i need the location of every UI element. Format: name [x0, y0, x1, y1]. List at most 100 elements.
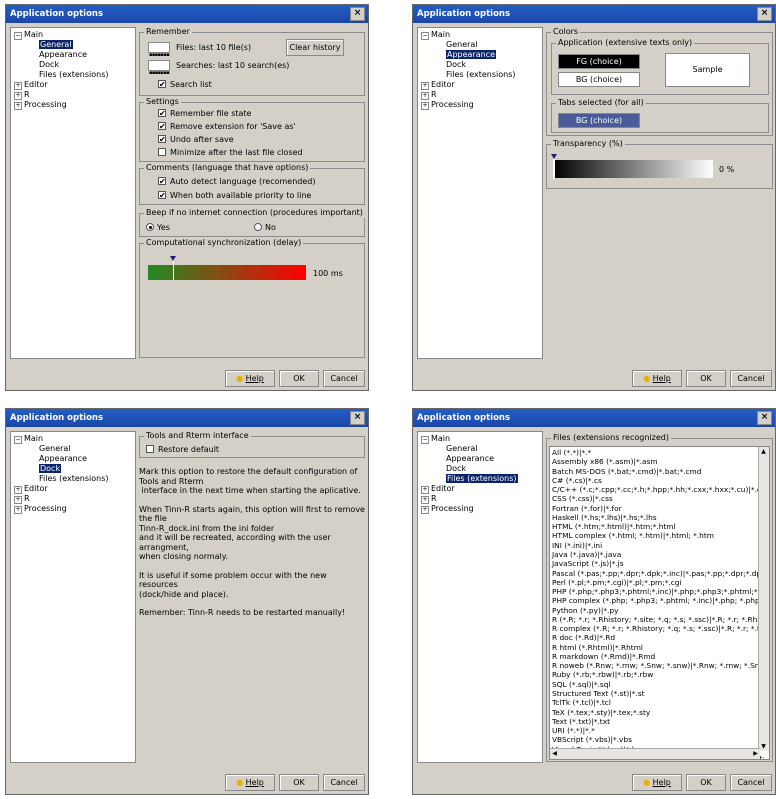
tree-item-editor[interactable]: + Editor — [14, 484, 48, 494]
extension-list-item[interactable]: HTML (*.htm;*.html)|*.htm;*.html — [552, 522, 676, 531]
tree-item-general[interactable]: General — [39, 40, 73, 50]
collapse-icon[interactable]: − — [421, 32, 429, 40]
expand-icon[interactable]: + — [14, 92, 22, 100]
extension-list-item[interactable]: All (*.*)|*.* — [552, 448, 591, 457]
cancel-button[interactable]: Cancel — [730, 370, 772, 387]
extension-list-item[interactable]: URI (*.*)|*.* — [552, 726, 595, 735]
extensions-list[interactable]: All (*.*)|*.* Assembly x86 (*.asm)|*.asm B… — [549, 446, 770, 760]
extension-list-item[interactable]: JavaScript (*.js)|*.js — [552, 559, 624, 568]
tree-item-main[interactable]: − Main — [14, 30, 43, 40]
extension-list-item[interactable]: VBScript (*.vbs)|*.vbs — [552, 735, 632, 744]
help-button[interactable]: ● Help — [632, 774, 682, 791]
fg-choice-button[interactable]: FG (choice) — [558, 54, 640, 69]
tree-item-dock[interactable]: Dock — [39, 464, 62, 474]
tree-item-main[interactable]: − Main — [421, 30, 450, 40]
help-button[interactable]: ● Help — [225, 370, 275, 387]
clear-history-button[interactable]: Clear history — [286, 39, 344, 56]
scroll-up-icon[interactable]: ▲ — [759, 447, 768, 456]
extension-list-item[interactable]: CSS (*.css)|*.css — [552, 494, 613, 503]
extension-list-item[interactable]: Ruby (*.rb;*.rbw)|*.rb;*.rbw — [552, 670, 653, 679]
tree-item-processing[interactable]: + Processing — [421, 504, 474, 514]
tree-item-r[interactable]: + R — [14, 90, 30, 100]
extension-list-item[interactable]: C/C++ (*.c;*.cpp;*.cc;*.h;*.hpp;*.hh;*.c… — [552, 485, 761, 494]
cancel-button[interactable]: Cancel — [323, 370, 365, 387]
extension-list-item[interactable]: R noweb (*.Rnw; *.rnw; *.Snw; *.snw)|*.R… — [552, 661, 768, 670]
expand-icon[interactable]: + — [421, 102, 429, 110]
cancel-button[interactable]: Cancel — [730, 774, 772, 791]
extension-list-item[interactable]: Perl (*.pl;*.pm;*.cgi)|*.pl;*.pm;*.cgi — [552, 578, 682, 587]
expand-icon[interactable]: + — [421, 82, 429, 90]
extension-list-item[interactable]: Assembly x86 (*.asm)|*.asm — [552, 457, 658, 466]
close-button[interactable]: × — [757, 7, 772, 21]
horizontal-scrollbar[interactable]: ◀ ▶ — [550, 748, 760, 759]
minimize-after-last-checkbox[interactable] — [158, 148, 166, 156]
tree-item-dock[interactable]: Dock — [446, 60, 466, 70]
extension-list-item[interactable]: Text (*.txt)|*.txt — [552, 717, 610, 726]
tree-item-r[interactable]: + R — [421, 494, 437, 504]
tree-item-processing[interactable]: + Processing — [421, 100, 474, 110]
extension-list-item[interactable]: Fortran (*.for)|*.for — [552, 504, 622, 513]
restore-default-checkbox[interactable] — [146, 445, 154, 453]
tree-item-dock[interactable]: Dock — [39, 60, 59, 70]
both-available-checkbox[interactable]: ✔ — [158, 191, 166, 200]
expand-icon[interactable]: + — [14, 506, 22, 514]
tree-item-files[interactable]: Files (extensions) — [39, 474, 109, 484]
tree-item-appearance[interactable]: Appearance — [446, 50, 497, 60]
extension-list-item[interactable]: TclTk (*.tcl)|*.tcl — [552, 698, 611, 707]
close-button[interactable]: × — [757, 411, 772, 425]
expand-icon[interactable]: + — [421, 486, 429, 494]
scroll-right-icon[interactable]: ▶ — [751, 749, 760, 758]
scroll-left-icon[interactable]: ◀ — [550, 749, 559, 758]
extension-list-item[interactable]: Pascal (*.pas;*.pp;*.dpr;*.dpk;*.inc)|*.… — [552, 569, 765, 578]
extension-list-item[interactable]: R html (*.Rhtml)|*.Rhtml — [552, 643, 643, 652]
tabs-bg-choice-button[interactable]: BG (choice) — [558, 113, 640, 128]
tree-item-appearance[interactable]: Appearance — [39, 454, 87, 464]
close-button[interactable]: × — [350, 7, 365, 21]
help-button[interactable]: ● Help — [632, 370, 682, 387]
tree-item-processing[interactable]: + Processing — [14, 100, 67, 110]
extension-list-item[interactable]: TeX (*.tex;*.sty)|*.tex;*.sty — [552, 708, 650, 717]
extension-list-item[interactable]: Structured Text (*.st)|*.st — [552, 689, 645, 698]
tree-item-r[interactable]: + R — [421, 90, 437, 100]
expand-icon[interactable]: + — [14, 486, 22, 494]
transparency-slider-thumb[interactable] — [553, 159, 555, 179]
tree-item-editor[interactable]: + Editor — [421, 484, 455, 494]
extension-list-item[interactable]: C# (*.cs)|*.cs — [552, 476, 602, 485]
collapse-icon[interactable]: − — [14, 436, 22, 444]
tree-item-main[interactable]: − Main — [14, 434, 43, 444]
tree-item-main[interactable]: − Main — [421, 434, 450, 444]
tree-item-editor[interactable]: + Editor — [421, 80, 455, 90]
tree-item-dock[interactable]: Dock — [446, 464, 466, 474]
extension-list-item[interactable]: INI (*.ini)|*.ini — [552, 541, 602, 550]
close-button[interactable]: × — [350, 411, 365, 425]
tree-item-files[interactable]: Files (extensions) — [39, 70, 109, 80]
extension-list-item[interactable]: PHP complex (*.php; *.php3; *.phtml; *.i… — [552, 596, 769, 605]
tree-item-general[interactable]: General — [39, 444, 71, 454]
extension-list-item[interactable]: Batch MS-DOS (*.bat;*.cmd)|*.bat;*.cmd — [552, 467, 701, 476]
expand-icon[interactable]: + — [421, 506, 429, 514]
extension-list-item[interactable]: Java (*.java)|*.java — [552, 550, 621, 559]
tree-item-files[interactable]: Files (extensions) — [446, 70, 516, 80]
ok-button[interactable]: OK — [686, 370, 726, 387]
vertical-scrollbar[interactable]: ▲ ▼ — [758, 447, 769, 751]
ok-button[interactable]: OK — [686, 774, 726, 791]
collapse-icon[interactable]: − — [421, 436, 429, 444]
extension-list-item[interactable]: HTML complex (*.html; *.htm)|*.html; *.h… — [552, 531, 714, 540]
auto-detect-checkbox[interactable]: ✔ — [158, 177, 166, 186]
search-list-checkbox[interactable]: ✔ — [158, 80, 166, 89]
extension-list-item[interactable]: R markdown (*.Rmd)|*.Rmd — [552, 652, 655, 661]
tree-item-files[interactable]: Files (extensions) — [446, 474, 518, 484]
tree-item-general[interactable]: General — [446, 40, 478, 50]
undo-after-save-checkbox[interactable]: ✔ — [158, 135, 166, 144]
tree-item-processing[interactable]: + Processing — [14, 504, 67, 514]
collapse-icon[interactable]: − — [14, 32, 22, 40]
bg-choice-button[interactable]: BG (choice) — [558, 72, 640, 87]
remove-extension-checkbox[interactable]: ✔ — [158, 122, 166, 131]
ok-button[interactable]: OK — [279, 774, 319, 791]
help-button[interactable]: ● Help — [225, 774, 275, 791]
extension-list-item[interactable]: Python (*.py)|*.py — [552, 606, 618, 615]
extension-list-item[interactable]: R doc (*.Rd)|*.Rd — [552, 633, 615, 642]
extension-list-item[interactable]: R complex (*.R; *.r; *.Rhistory; *.q; *.… — [552, 624, 767, 633]
ok-button[interactable]: OK — [279, 370, 319, 387]
tree-item-editor[interactable]: + Editor — [14, 80, 48, 90]
